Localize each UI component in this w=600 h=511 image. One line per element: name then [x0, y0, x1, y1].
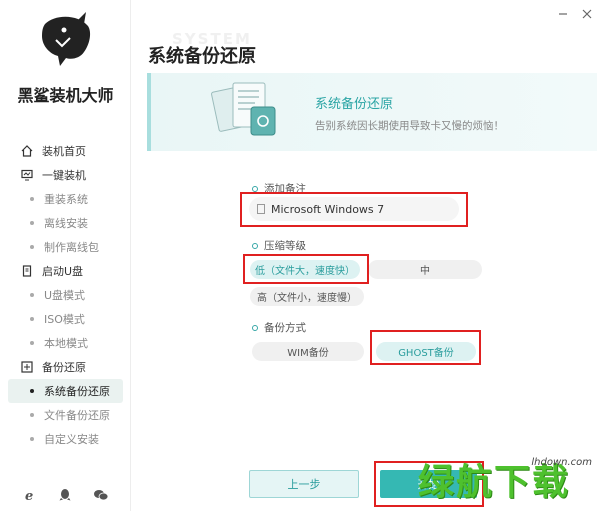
monitor-icon: [20, 168, 34, 182]
compression-option-label: 中: [420, 266, 430, 277]
compression-label-text: 压缩等级: [264, 240, 306, 252]
sidebar-item-custom-install[interactable]: 自定义安装: [0, 427, 131, 451]
banner: 系统备份还原 告别系统因长期使用导致卡又慢的烦恼！: [147, 73, 597, 151]
banner-subtitle: 告别系统因长期使用导致卡又慢的烦恼！: [315, 120, 504, 132]
backup-icon: [20, 360, 34, 374]
sidebar-item-label: 文件备份还原: [44, 409, 110, 422]
sidebar-item-usb-mode[interactable]: U盘模式: [0, 283, 131, 307]
sidebar: 黑鲨装机大师 装机首页 一键装机 重装系统 离线安装 制作离线包 启动U盘 U盘…: [0, 0, 131, 511]
sidebar-item-system-backup[interactable]: 系统备份还原: [8, 379, 123, 403]
highlight-box-compression: [243, 254, 369, 284]
bullet-icon: [30, 413, 34, 417]
ie-icon[interactable]: e: [22, 487, 38, 503]
sidebar-item-label: 重装系统: [44, 193, 88, 206]
sidebar-item-home[interactable]: 装机首页: [0, 139, 131, 163]
sidebar-item-make-offline-pack[interactable]: 制作离线包: [0, 235, 131, 259]
bullet-icon: [30, 389, 34, 393]
compression-option-high[interactable]: 高（文件小，速度慢）: [250, 287, 364, 306]
prev-button[interactable]: 上一步: [249, 470, 359, 498]
sidebar-item-iso-mode[interactable]: ISO模式: [0, 307, 131, 331]
bullet-icon: [30, 437, 34, 441]
app-logo: 黑鲨装机大师: [0, 10, 131, 105]
sidebar-item-local-mode[interactable]: 本地模式: [0, 331, 131, 355]
app-name: 黑鲨装机大师: [17, 86, 114, 105]
home-icon: [20, 144, 34, 158]
sidebar-item-label: 装机首页: [42, 145, 86, 158]
sidebar-item-usb-boot[interactable]: 启动U盘: [0, 259, 131, 283]
usb-icon: [20, 264, 34, 278]
backup-option-label: WIM备份: [287, 348, 329, 359]
highlight-box-backup-method: [370, 330, 481, 365]
backup-method-label: 备份方式: [252, 320, 306, 335]
circle-icon: [252, 242, 258, 249]
minimize-icon[interactable]: [558, 8, 568, 23]
highlight-box-remark: [240, 192, 468, 227]
sidebar-item-reinstall[interactable]: 重装系统: [0, 187, 131, 211]
backup-method-label-text: 备份方式: [264, 322, 306, 334]
bullet-icon: [30, 221, 34, 225]
sidebar-item-label: 本地模式: [44, 337, 88, 350]
bullet-icon: [30, 197, 34, 201]
sidebar-item-label: 系统备份还原: [44, 385, 110, 398]
sidebar-footer: e: [0, 487, 131, 503]
close-icon[interactable]: [582, 8, 592, 23]
sidebar-item-label: 离线安装: [44, 217, 88, 230]
sidebar-item-label: 备份还原: [42, 361, 86, 374]
documents-illustration-icon: [211, 82, 276, 136]
page-title: 系统备份还原: [148, 46, 256, 67]
backup-option-wim[interactable]: WIM备份: [252, 342, 364, 361]
sidebar-item-label: U盘模式: [44, 289, 86, 302]
svg-text:e: e: [25, 489, 33, 502]
bullet-icon: [30, 245, 34, 249]
sidebar-item-label: 自定义安装: [44, 433, 99, 446]
bullet-icon: [30, 317, 34, 321]
circle-icon: [252, 185, 258, 192]
wechat-icon[interactable]: [93, 487, 109, 503]
banner-title: 系统备份还原: [315, 97, 394, 112]
compression-option-label: 高（文件小，速度慢）: [257, 293, 357, 304]
sidebar-item-offline-install[interactable]: 离线安装: [0, 211, 131, 235]
window-controls: [558, 8, 592, 23]
sidebar-item-file-backup[interactable]: 文件备份还原: [0, 403, 131, 427]
sidebar-item-label: 启动U盘: [42, 265, 84, 278]
sidebar-item-label: 一键装机: [42, 169, 86, 182]
sidebar-item-oneclick[interactable]: 一键装机: [0, 163, 131, 187]
sidebar-item-backup-restore[interactable]: 备份还原: [0, 355, 131, 379]
circle-icon: [252, 324, 258, 331]
qq-icon[interactable]: [57, 487, 73, 503]
bullet-icon: [30, 293, 34, 297]
sidebar-nav: 装机首页 一键装机 重装系统 离线安装 制作离线包 启动U盘 U盘模式 ISO模…: [0, 139, 131, 451]
shark-logo-icon: [42, 12, 91, 66]
compression-label: 压缩等级: [252, 238, 306, 253]
watermark-domain: lhdown.com: [531, 457, 592, 468]
sidebar-item-label: 制作离线包: [44, 241, 99, 254]
compression-option-medium[interactable]: 中: [368, 260, 482, 279]
sidebar-item-label: ISO模式: [44, 313, 85, 326]
bullet-icon: [30, 341, 34, 345]
